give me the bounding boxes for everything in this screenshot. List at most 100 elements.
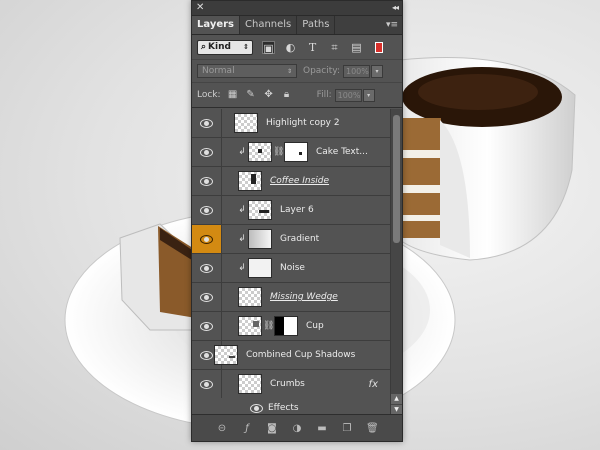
- adjustment-filter-icon[interactable]: ◐: [284, 41, 297, 54]
- clip-arrow-icon: ↲: [238, 234, 246, 244]
- eye-icon: [200, 379, 213, 389]
- image-filter-icon[interactable]: ▣: [262, 40, 275, 55]
- layer-name[interactable]: Gradient: [280, 234, 319, 244]
- layer-name[interactable]: Missing Wedge: [270, 292, 338, 302]
- layer-row[interactable]: ↲ ⛓ Cake Text...: [192, 138, 390, 167]
- panel-footer: ⊝ ƒ ◙ ◑ ▬ ❐ 🗑︎: [192, 414, 402, 441]
- visibility-toggle[interactable]: [192, 312, 222, 340]
- shape-filter-icon[interactable]: ⌗: [328, 41, 341, 54]
- fill-input[interactable]: 100%: [334, 88, 362, 102]
- lock-move-icon[interactable]: ✥: [263, 89, 275, 101]
- layer-row[interactable]: Missing Wedge: [192, 283, 390, 312]
- scroll-up-icon[interactable]: ▲: [391, 394, 402, 404]
- visibility-toggle[interactable]: [192, 254, 222, 282]
- adjustment-icon[interactable]: ◑: [291, 423, 303, 434]
- layer-row[interactable]: ↲ Noise: [192, 254, 390, 283]
- type-filter-icon[interactable]: T: [306, 41, 319, 54]
- tab-paths[interactable]: Paths: [297, 16, 336, 34]
- eye-icon: [200, 292, 213, 302]
- lock-all-icon[interactable]: 🔒︎: [281, 89, 293, 101]
- folder-icon[interactable]: ▬: [316, 423, 328, 434]
- collapse-icon[interactable]: ◂◂: [392, 1, 399, 15]
- trash-icon[interactable]: 🗑︎: [366, 423, 379, 434]
- visibility-toggle[interactable]: [192, 283, 222, 311]
- clip-arrow-icon: ↲: [238, 263, 246, 273]
- opacity-label: Opacity:: [303, 66, 340, 76]
- eye-icon: [200, 118, 213, 128]
- layers-panel: ✕ ◂◂ Layers Channels Paths ▾≡ ⌕ Kind ⇕ ▣…: [191, 0, 403, 442]
- layer-thumbnail: [248, 200, 272, 220]
- fill-dropdown-icon[interactable]: ▾: [362, 88, 375, 102]
- scrollbar-thumb[interactable]: [393, 115, 400, 243]
- layer-name[interactable]: Layer 6: [280, 205, 314, 215]
- chain-link-icon[interactable]: ⛓: [273, 147, 284, 157]
- layer-name[interactable]: Noise: [280, 263, 305, 273]
- lock-transparency-icon[interactable]: ▦: [227, 89, 239, 101]
- eye-icon[interactable]: [250, 403, 263, 413]
- layer-thumbnail: [248, 229, 272, 249]
- tab-layers[interactable]: Layers: [192, 16, 240, 34]
- filter-toggle-switch[interactable]: [375, 41, 383, 53]
- layer-thumbnail: [234, 113, 258, 133]
- panel-titlebar: ✕ ◂◂: [192, 1, 402, 16]
- link-layers-icon[interactable]: ⊝: [216, 423, 228, 434]
- eye-icon: [200, 350, 213, 360]
- panel-menu-icon[interactable]: ▾≡: [386, 16, 398, 34]
- smart-object-filter-icon[interactable]: ▤: [350, 41, 363, 54]
- layer-row[interactable]: Crumbs fx: [192, 370, 390, 398]
- eye-icon: [200, 176, 213, 186]
- layer-mask-thumbnail[interactable]: [284, 142, 308, 162]
- chevron-down-icon: ⇕: [243, 43, 249, 51]
- layer-name[interactable]: Cake Text...: [316, 147, 368, 157]
- panel-tabs: Layers Channels Paths ▾≡: [192, 16, 402, 35]
- layers-scrollbar[interactable]: ▲ ▼: [390, 109, 402, 416]
- layer-mask-thumbnail[interactable]: [274, 316, 298, 336]
- lock-brush-icon[interactable]: ✎: [245, 89, 257, 101]
- opacity-dropdown-icon[interactable]: ▾: [371, 64, 383, 78]
- blend-mode-value: Normal: [202, 66, 235, 76]
- visibility-toggle[interactable]: [192, 167, 222, 195]
- effects-label: Effects: [268, 403, 299, 413]
- layer-thumbnail: [238, 374, 262, 394]
- layer-name[interactable]: Coffee Inside: [270, 176, 329, 186]
- new-layer-icon[interactable]: ❐: [341, 423, 353, 434]
- chevron-updown-icon: ⇕: [286, 67, 292, 75]
- layer-row[interactable]: Highlight copy 2: [192, 109, 390, 138]
- fx-icon[interactable]: ƒ: [241, 423, 253, 434]
- eye-icon: [200, 263, 213, 273]
- layer-thumbnail: [248, 142, 272, 162]
- layer-row[interactable]: Combined Cup Shadows: [192, 341, 390, 370]
- layer-thumbnail: [248, 258, 272, 278]
- visibility-toggle[interactable]: [192, 370, 222, 398]
- layer-name[interactable]: Combined Cup Shadows: [246, 350, 355, 360]
- visibility-toggle[interactable]: [192, 196, 222, 224]
- tab-channels[interactable]: Channels: [240, 16, 298, 34]
- visibility-toggle[interactable]: [192, 225, 222, 253]
- visibility-toggle[interactable]: [192, 109, 222, 137]
- layer-thumbnail: [238, 287, 262, 307]
- fill-label: Fill:: [316, 90, 332, 100]
- close-icon[interactable]: ✕: [196, 1, 204, 15]
- layer-name[interactable]: Cup: [306, 321, 324, 331]
- eye-icon: [200, 205, 213, 215]
- mask-icon[interactable]: ◙: [266, 423, 278, 434]
- blend-mode-select[interactable]: Normal ⇕: [197, 64, 297, 78]
- filter-row: ⌕ Kind ⇕ ▣ ◐ T ⌗ ▤: [192, 35, 402, 60]
- layer-name[interactable]: Crumbs: [270, 379, 305, 389]
- visibility-toggle[interactable]: [192, 138, 222, 166]
- opacity-input[interactable]: 100%: [343, 64, 370, 78]
- layer-row[interactable]: ↲ Gradient: [192, 225, 390, 254]
- kind-filter-label: Kind: [208, 42, 231, 52]
- layer-name[interactable]: Highlight copy 2: [266, 118, 340, 128]
- layer-row[interactable]: ⛓ Cup: [192, 312, 390, 341]
- layer-thumbnail: [214, 345, 238, 365]
- layers-list: Highlight copy 2 ↲ ⛓ Cake Text... Coffee…: [192, 109, 390, 416]
- chain-link-icon[interactable]: ⛓: [263, 321, 274, 331]
- blend-row: Normal ⇕ Opacity: 100% ▾: [192, 60, 402, 83]
- kind-filter-select[interactable]: ⌕ Kind ⇕: [197, 39, 253, 55]
- eye-icon: [200, 321, 213, 331]
- layer-row[interactable]: ↲ Layer 6: [192, 196, 390, 225]
- layer-row[interactable]: Coffee Inside: [192, 167, 390, 196]
- eye-icon: [200, 234, 213, 244]
- fx-icon[interactable]: fx: [369, 379, 378, 390]
